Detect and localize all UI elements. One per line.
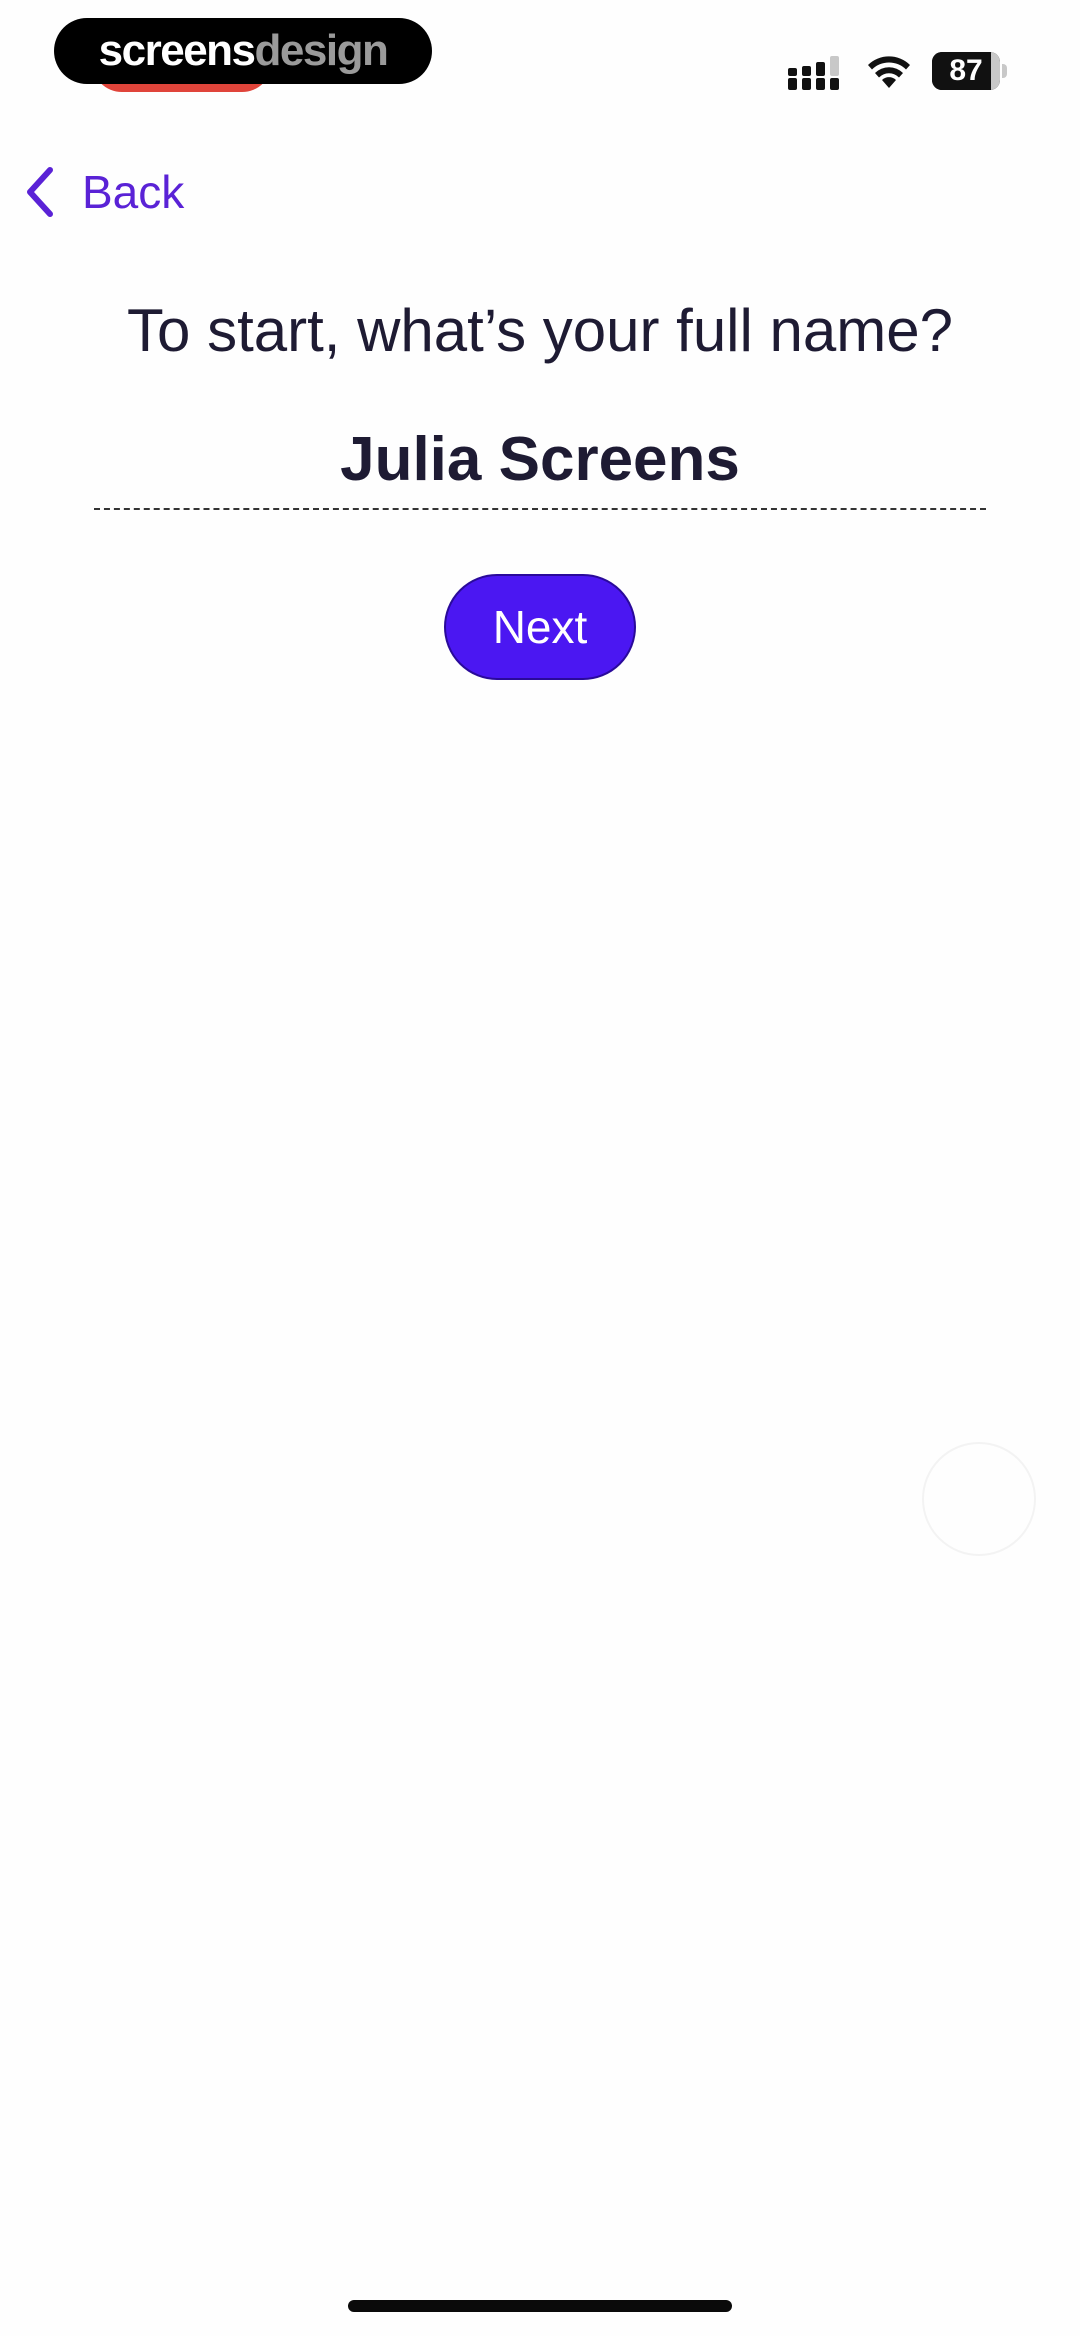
next-button[interactable]: Next <box>444 574 636 680</box>
watermark-text-primary: screens <box>98 26 256 75</box>
wifi-icon <box>868 56 910 88</box>
battery-body: 87 <box>932 52 1000 90</box>
battery-cap <box>1002 64 1007 78</box>
watermark-logo: screens design <box>54 18 432 84</box>
battery-percent: 87 <box>949 54 983 87</box>
full-name-input[interactable] <box>94 410 986 510</box>
page-title: To start, what’s your full name? <box>127 297 953 364</box>
watermark-text-secondary: design <box>254 26 389 75</box>
back-label: Back <box>82 166 185 218</box>
home-indicator[interactable] <box>348 2300 732 2312</box>
battery-icon: 87 <box>932 52 1008 90</box>
status-bar: screens design 87 <box>0 0 1080 110</box>
signal-icon <box>788 56 839 90</box>
screen: screens design 87 Back To start, what’s … <box>0 0 1080 2336</box>
chevron-left-icon <box>27 167 53 217</box>
back-button[interactable]: Back <box>20 160 184 224</box>
decorative-circle <box>922 1442 1036 1556</box>
